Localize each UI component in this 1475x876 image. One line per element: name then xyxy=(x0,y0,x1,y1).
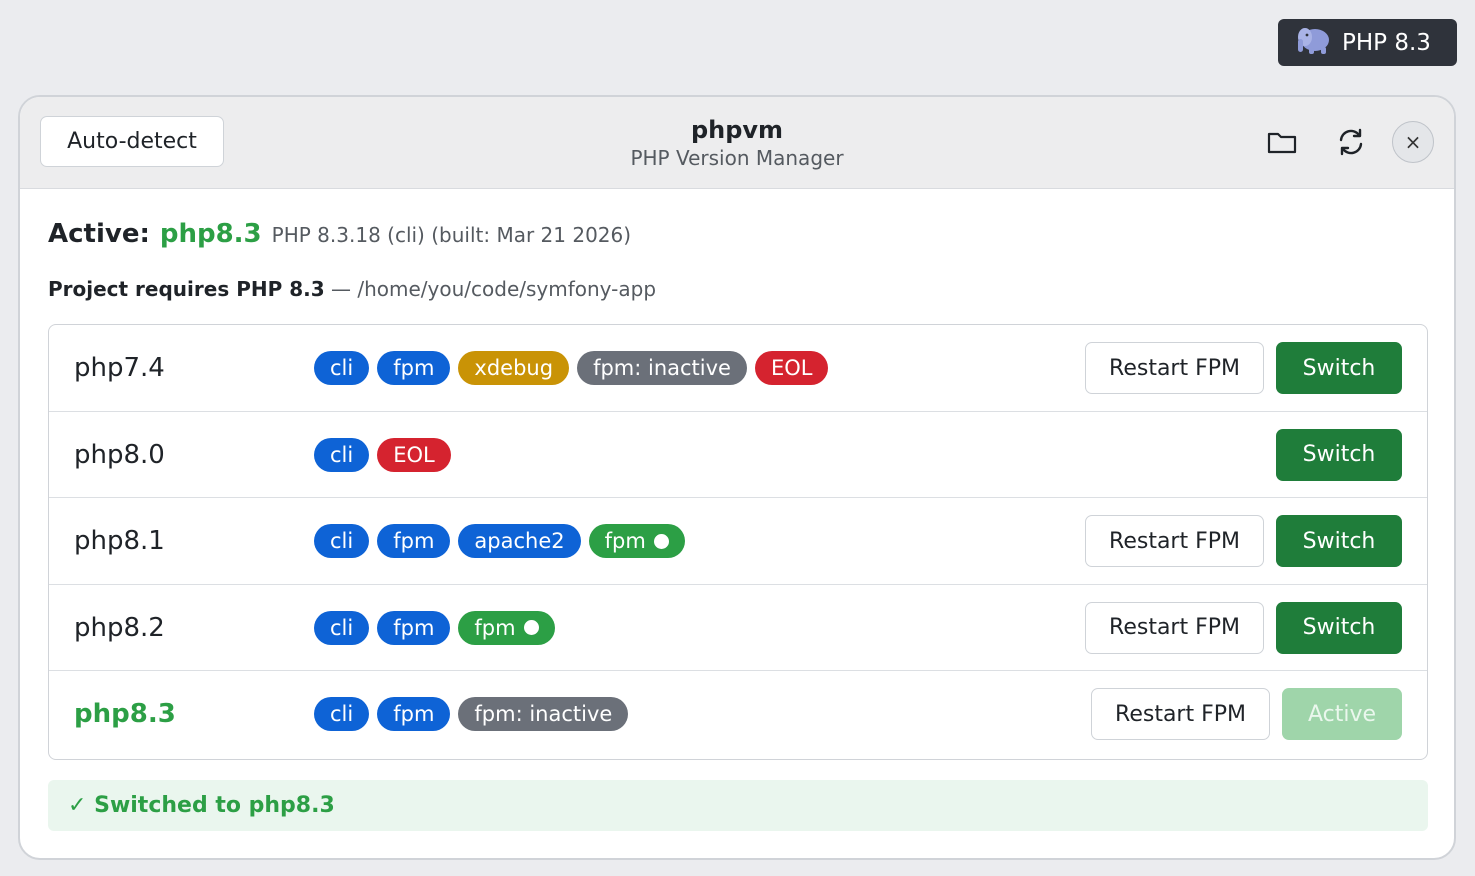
tag-label: EOL xyxy=(393,442,435,467)
active-label: Active: xyxy=(48,219,150,249)
tag-cli: cli xyxy=(314,437,370,472)
version-row-php8.3: php8.3 cli fpm fpm: inactive Restart FPM Acti… xyxy=(49,671,1427,758)
close-icon: × xyxy=(1404,130,1422,154)
tag-label: xdebug xyxy=(474,356,554,380)
phpvm-panel: Auto-detect phpvm PHP Version Manager × … xyxy=(18,95,1456,860)
tag-label: fpm xyxy=(393,529,435,554)
tag-apache2: apache2 xyxy=(458,524,581,559)
running-dot-icon xyxy=(523,620,539,636)
tag-fpm-inactive: fpm: inactive xyxy=(577,351,747,385)
active-button: Active xyxy=(1282,688,1402,741)
version-row-php8.2: php8.2 cli fpm fpm Restart FPM Switch xyxy=(49,585,1427,672)
project-requirement-line: Project requires PHP 8.3 — /home/you/cod… xyxy=(48,277,656,301)
tag-fpm: fpm xyxy=(377,610,451,645)
tag-cli: cli xyxy=(314,524,370,559)
version-tags: cli fpm fpm xyxy=(314,610,555,645)
active-version-line: Active: php8.3 PHP 8.3.18 (cli) (built: … xyxy=(48,219,631,249)
refresh-icon[interactable] xyxy=(1334,125,1368,159)
tag-fpm: fpm xyxy=(458,610,555,645)
version-name: php8.0 xyxy=(74,439,165,470)
active-version-detail: PHP 8.3.18 (cli) (built: Mar 21 2026) xyxy=(271,223,632,247)
tag-eol: EOL xyxy=(377,437,451,472)
project-path: /home/you/code/symfony-app xyxy=(357,277,657,301)
tag-label: apache2 xyxy=(474,529,565,554)
version-name: php7.4 xyxy=(74,353,165,383)
version-actions: Restart FPM Active xyxy=(1091,688,1402,741)
status-message: ✓ Switched to php8.3 xyxy=(48,780,1428,831)
version-row-php8.1: php8.1 cli fpm apache2 fpm Restart FPM Switch xyxy=(49,498,1427,585)
restart-fpm-button[interactable]: Restart FPM xyxy=(1085,342,1264,394)
tag-cli: cli xyxy=(314,697,370,732)
tag-label: fpm xyxy=(604,529,646,554)
version-list: php7.4 cli fpm xdebug fpm: inactive EOL Restar… xyxy=(48,324,1428,760)
tag-label: cli xyxy=(330,702,354,727)
panel-header: Auto-detect phpvm PHP Version Manager × xyxy=(20,97,1454,189)
switch-button[interactable]: Switch xyxy=(1276,515,1402,568)
project-separator: — xyxy=(324,277,358,301)
tag-label: fpm xyxy=(393,356,435,380)
tag-xdebug: xdebug xyxy=(458,351,570,385)
tag-eol: EOL xyxy=(754,351,829,385)
elephant-icon xyxy=(1296,25,1330,61)
tag-label: fpm: inactive xyxy=(474,702,613,727)
version-tags: cli fpm xdebug fpm: inactive EOL xyxy=(314,351,829,385)
php-version-badge-label: PHP 8.3 xyxy=(1342,29,1431,56)
restart-fpm-button[interactable]: Restart FPM xyxy=(1085,515,1264,568)
project-requirement: Project requires PHP 8.3 xyxy=(48,277,325,301)
tag-label: cli xyxy=(330,356,354,380)
active-version: php8.3 xyxy=(159,219,262,249)
tag-label: cli xyxy=(330,529,354,554)
tag-label: cli xyxy=(330,615,354,640)
switch-button[interactable]: Switch xyxy=(1276,342,1402,394)
version-name: php8.2 xyxy=(74,612,165,643)
title-block: phpvm PHP Version Manager xyxy=(20,116,1454,172)
tag-label: fpm xyxy=(393,615,435,640)
folder-icon[interactable] xyxy=(1265,125,1299,159)
tag-label: EOL xyxy=(770,356,813,380)
version-name: php8.1 xyxy=(74,526,165,557)
running-dot-icon xyxy=(653,533,669,549)
tag-label: fpm: inactive xyxy=(593,356,731,380)
tag-label: fpm xyxy=(474,615,516,640)
version-name: php8.3 xyxy=(74,699,176,730)
tag-cli: cli xyxy=(314,351,370,385)
version-actions: Switch xyxy=(1276,428,1402,481)
app-subtitle: PHP Version Manager xyxy=(630,146,844,170)
version-actions: Restart FPM Switch xyxy=(1085,342,1402,394)
tag-fpm: fpm xyxy=(588,524,685,559)
version-actions: Restart FPM Switch xyxy=(1085,515,1402,568)
version-tags: cli fpm apache2 fpm xyxy=(314,524,685,559)
tag-fpm: fpm xyxy=(377,524,451,559)
tag-fpm: fpm xyxy=(377,697,451,732)
tag-cli: cli xyxy=(314,610,370,645)
app-title: phpvm xyxy=(690,116,784,144)
tag-label: fpm xyxy=(393,702,435,727)
tag-fpm-inactive: fpm: inactive xyxy=(458,697,629,732)
php-version-badge[interactable]: PHP 8.3 xyxy=(1278,19,1457,66)
version-tags: cli fpm fpm: inactive xyxy=(314,697,629,732)
switch-button[interactable]: Switch xyxy=(1276,601,1402,654)
restart-fpm-button[interactable]: Restart FPM xyxy=(1085,601,1264,654)
restart-fpm-button[interactable]: Restart FPM xyxy=(1091,688,1270,741)
version-actions: Restart FPM Switch xyxy=(1085,601,1402,654)
switch-button[interactable]: Switch xyxy=(1276,428,1402,481)
version-row-php8.0: php8.0 cli EOL Switch xyxy=(49,412,1427,499)
version-row-php7.4: php7.4 cli fpm xdebug fpm: inactive EOL Restar… xyxy=(49,325,1427,412)
tag-fpm: fpm xyxy=(377,351,451,385)
version-tags: cli EOL xyxy=(314,437,451,472)
close-button[interactable]: × xyxy=(1392,121,1434,163)
tag-label: cli xyxy=(330,442,354,467)
